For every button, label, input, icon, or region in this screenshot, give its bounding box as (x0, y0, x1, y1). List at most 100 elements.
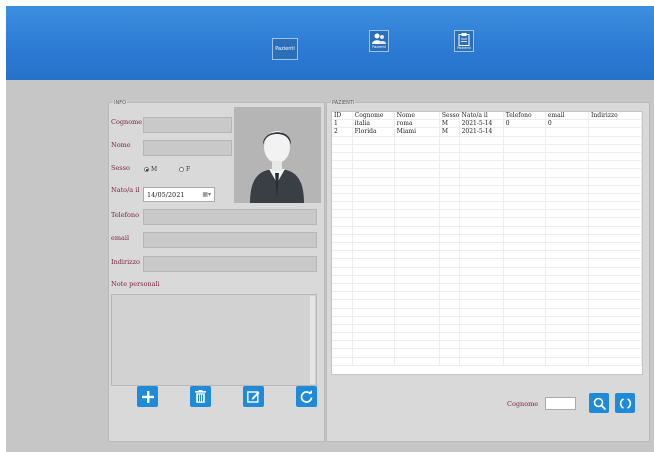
empty-table-row[interactable] (332, 292, 642, 301)
empty-table-row[interactable] (332, 267, 642, 276)
table-cell (395, 218, 440, 226)
empty-table-row[interactable] (332, 357, 642, 366)
table-cell (589, 357, 642, 365)
pazienti-clipboard-button[interactable]: Pazienti (454, 30, 474, 52)
table-cell (353, 316, 395, 324)
pazienti-list-button[interactable]: Pazienti (272, 38, 298, 60)
table-cell (460, 185, 504, 193)
note-label: Note personali (111, 280, 160, 288)
table-cell: email (546, 112, 590, 120)
empty-table-row[interactable] (332, 349, 642, 358)
table-row[interactable]: 2 Florida Miami M 2021-5-14 (332, 128, 642, 137)
empty-table-row[interactable] (332, 202, 642, 211)
calendar-icon[interactable]: ▦▾ (202, 188, 211, 202)
empty-table-row[interactable] (332, 218, 642, 227)
empty-table-row[interactable] (332, 169, 642, 178)
table-cell (353, 251, 395, 259)
edit-button[interactable] (243, 386, 264, 407)
sesso-m-radio[interactable]: M (144, 166, 157, 173)
empty-table-row[interactable] (332, 316, 642, 325)
table-cell (589, 333, 642, 341)
clipboard-icon (458, 32, 470, 46)
patient-photo (234, 107, 321, 203)
table-cell (395, 292, 440, 300)
reset-search-button[interactable] (615, 393, 635, 413)
empty-table-row[interactable] (332, 308, 642, 317)
empty-table-row[interactable] (332, 333, 642, 342)
note-textarea[interactable] (111, 294, 317, 386)
table-cell (460, 161, 504, 169)
empty-table-row[interactable] (332, 251, 642, 260)
table-cell (504, 333, 546, 341)
empty-table-row[interactable] (332, 177, 642, 186)
table-cell (460, 251, 504, 259)
reset-icon (619, 397, 631, 409)
table-cell (440, 226, 460, 234)
table-cell (546, 259, 590, 267)
table-cell (395, 161, 440, 169)
table-cell (332, 349, 353, 357)
table-cell (589, 202, 642, 210)
table-cell (353, 267, 395, 275)
empty-table-row[interactable] (332, 136, 642, 145)
sesso-f-radio[interactable]: F (179, 166, 190, 173)
table-cell (395, 349, 440, 357)
empty-table-row[interactable] (332, 259, 642, 268)
table-cell (589, 185, 642, 193)
table-cell (460, 218, 504, 226)
empty-table-row[interactable] (332, 324, 642, 334)
sesso-label: Sesso (111, 164, 130, 172)
search-button[interactable] (589, 393, 609, 413)
table-cell (395, 316, 440, 324)
table-cell: roma (395, 120, 440, 128)
refresh-button[interactable] (296, 386, 317, 407)
table-cell (460, 234, 504, 242)
refresh-icon (300, 390, 313, 403)
empty-table-row[interactable] (332, 144, 642, 153)
empty-table-row[interactable] (332, 193, 642, 203)
empty-table-row[interactable] (332, 226, 642, 235)
indirizzo-field[interactable] (143, 256, 317, 272)
empty-table-row[interactable] (332, 275, 642, 284)
pazienti-users-button[interactable]: Pazienti (369, 30, 389, 52)
notes-scrollbar[interactable] (310, 296, 315, 384)
empty-table-row[interactable] (332, 243, 642, 252)
table-cell (546, 169, 590, 177)
table-cell (504, 169, 546, 177)
table-cell (440, 234, 460, 242)
birthdate-picker[interactable]: 14/05/2021 ▦▾ (143, 187, 215, 202)
table-header: ID Cognome Nome Sesso Nato/a il Telefono email… (332, 112, 642, 121)
email-field[interactable] (143, 232, 317, 248)
table-cell (395, 152, 440, 161)
table-cell (332, 341, 353, 349)
empty-table-row[interactable] (332, 210, 642, 219)
table-cell (589, 234, 642, 242)
search-cognome-input[interactable] (545, 397, 576, 410)
table-cell (546, 202, 590, 210)
add-button[interactable] (137, 386, 158, 407)
table-cell: Nome (395, 112, 440, 120)
nome-field[interactable] (143, 140, 232, 156)
pazienti-table[interactable]: ID Cognome Nome Sesso Nato/a il Telefono email… (331, 111, 643, 375)
empty-table-row[interactable] (332, 152, 642, 162)
table-cell (440, 292, 460, 300)
table-cell: ID (332, 112, 353, 120)
table-cell (440, 177, 460, 185)
cognome-field[interactable] (143, 117, 232, 133)
empty-table-row[interactable] (332, 161, 642, 170)
empty-table-row[interactable] (332, 341, 642, 350)
empty-table-row[interactable] (332, 300, 642, 309)
table-row[interactable]: 1 italia roma M 2021-5-14 0 0 (332, 120, 642, 129)
empty-table-row[interactable] (332, 234, 642, 243)
indirizzo-label: Indirizzo (111, 258, 140, 266)
delete-button[interactable] (190, 386, 211, 407)
telefono-field[interactable] (143, 209, 317, 225)
empty-table-row[interactable] (332, 283, 642, 293)
table-cell (353, 234, 395, 242)
table-cell (353, 193, 395, 202)
table-cell (589, 275, 642, 283)
empty-table-row[interactable] (332, 185, 642, 194)
avatar-placeholder-icon (234, 107, 321, 203)
table-cell (353, 144, 395, 152)
table-cell (440, 218, 460, 226)
